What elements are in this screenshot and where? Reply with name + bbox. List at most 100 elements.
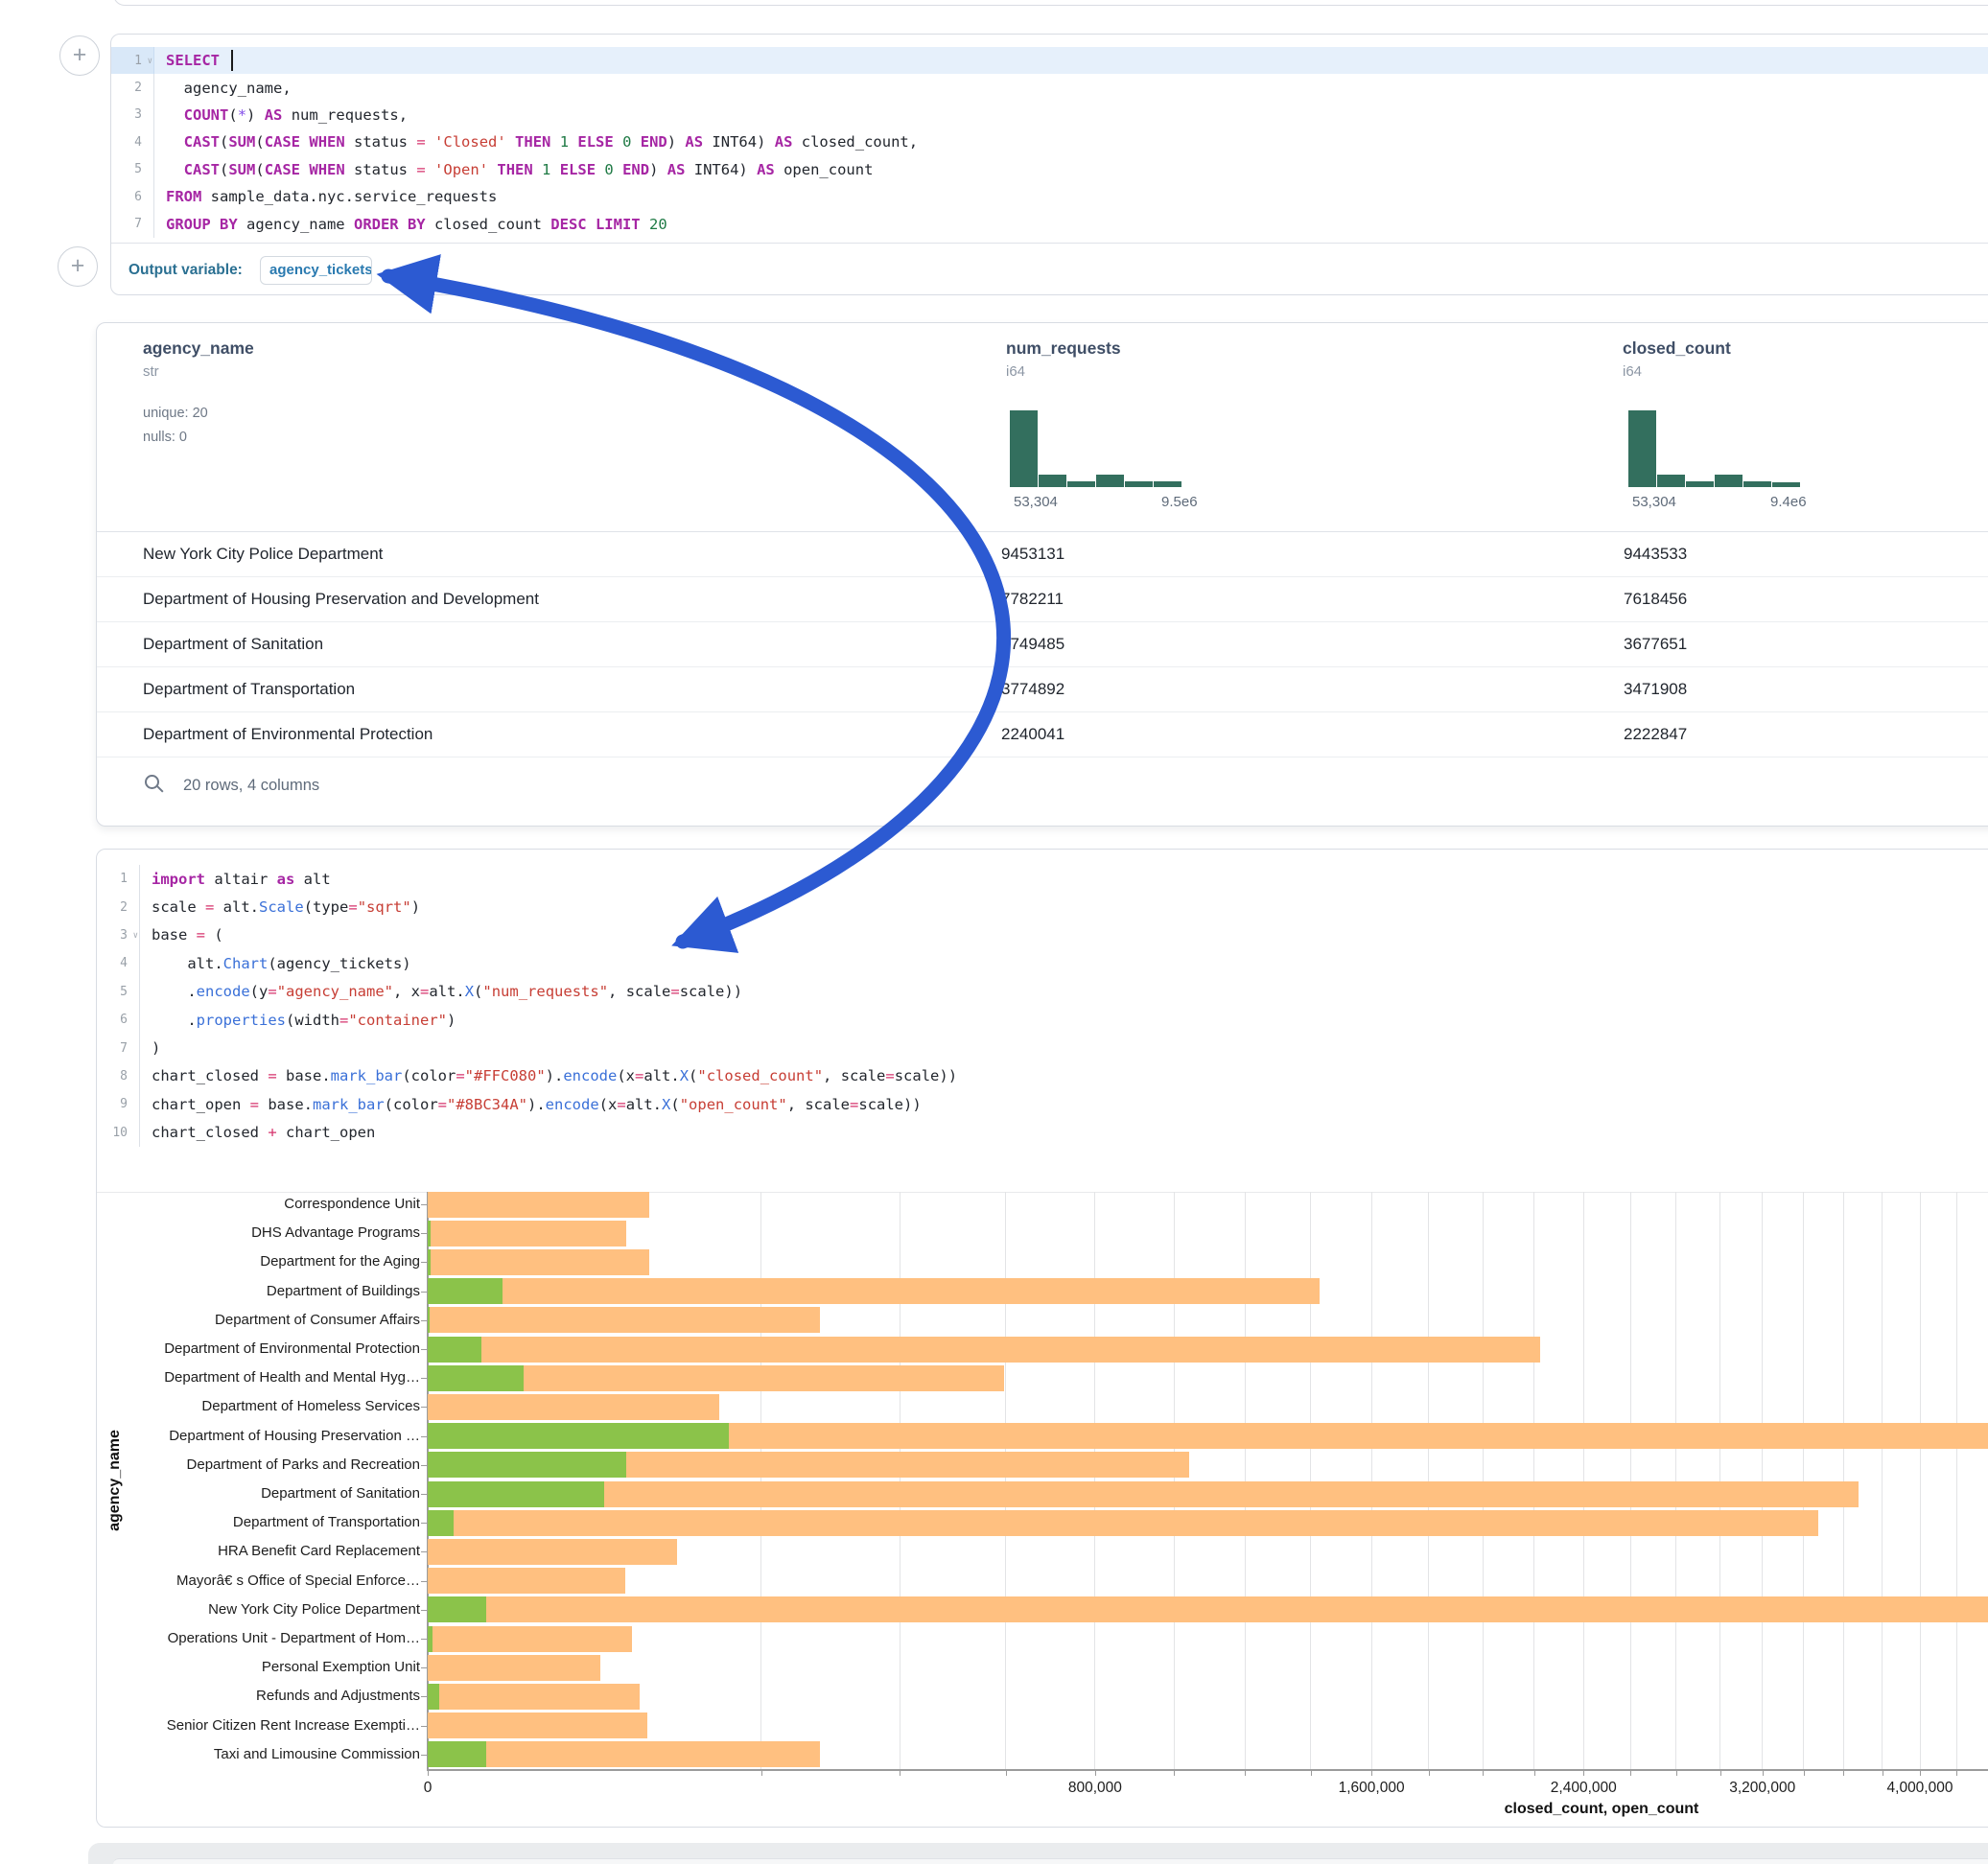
- code-token: INT64): [703, 133, 775, 151]
- code-line[interactable]: 10chart_closed + chart_open: [97, 1119, 1988, 1147]
- code-token: ).: [527, 1096, 546, 1113]
- code-token: [614, 133, 622, 151]
- code-token: END: [641, 133, 667, 151]
- code-line[interactable]: 6 .properties(width="container"): [97, 1006, 1988, 1034]
- column-type-agency-name: str: [143, 363, 159, 380]
- code-token: AS: [757, 161, 775, 178]
- column-nulls-count: nulls: 0: [143, 430, 187, 445]
- histogram-bar: [1067, 481, 1095, 487]
- code-token: ): [411, 898, 420, 916]
- code-token: (x: [599, 1096, 618, 1113]
- code-token: .: [152, 1012, 197, 1029]
- histogram-bar: [1743, 481, 1771, 487]
- code-token: AS: [775, 133, 793, 151]
- code-token: [596, 161, 604, 178]
- code-token: (: [670, 1096, 679, 1113]
- code-token: DESC: [550, 216, 586, 233]
- notebook-page: + + 1∨SELECT2 agency_name,3 COUNT(*) AS …: [0, 0, 1988, 1864]
- table-row: Department of Transportation377489234719…: [97, 666, 1988, 712]
- code-line[interactable]: 2 agency_name,: [111, 74, 1988, 101]
- table-body: New York City Police Department945313194…: [97, 531, 1988, 757]
- fold-chevron-icon[interactable]: ∨: [148, 57, 152, 66]
- code-line[interactable]: 4 alt.Chart(agency_tickets): [97, 949, 1988, 977]
- code-token: properties: [197, 1012, 286, 1029]
- code-line[interactable]: 7): [97, 1034, 1988, 1061]
- code-token: import: [152, 871, 205, 888]
- output-variable-label: Output variable:: [129, 262, 243, 279]
- code-token: X: [465, 983, 474, 1000]
- add-cell-button-top[interactable]: +: [59, 35, 100, 76]
- code-output-divider: [97, 1192, 1988, 1193]
- python-code-editor[interactable]: 1import altair as alt2scale = alt.Scale(…: [97, 865, 1988, 1147]
- line-number: 5: [111, 156, 154, 183]
- code-token: scale)): [680, 983, 742, 1000]
- code-line[interactable]: 1∨SELECT: [111, 47, 1988, 74]
- fold-chevron-icon[interactable]: ∨: [133, 931, 138, 941]
- code-line[interactable]: 9chart_open = base.mark_bar(color="#8BC3…: [97, 1090, 1988, 1118]
- code-line[interactable]: 6FROM sample_data.nyc.service_requests: [111, 183, 1988, 210]
- add-cell-button-middle[interactable]: +: [58, 246, 98, 287]
- code-token: (color: [385, 1096, 438, 1113]
- histogram-bar: [1125, 481, 1153, 487]
- code-token: ): [152, 1039, 160, 1057]
- code-token: (: [255, 133, 264, 151]
- code-token: closed_count,: [792, 133, 918, 151]
- table-cell: 2222847: [1624, 711, 1930, 757]
- code-token: mark_bar: [331, 1067, 403, 1084]
- sql-code-editor[interactable]: 1∨SELECT2 agency_name,3 COUNT(*) AS num_…: [111, 47, 1988, 238]
- table-row: New York City Police Department945313194…: [97, 531, 1988, 577]
- code-token: chart_closed: [152, 1067, 268, 1084]
- code-text: ): [140, 1039, 160, 1057]
- code-token: agency_name,: [166, 80, 292, 97]
- code-token: chart_open: [152, 1096, 250, 1113]
- code-line[interactable]: 7GROUP BY agency_name ORDER BY closed_co…: [111, 210, 1988, 237]
- column-header-closed-count[interactable]: closed_count: [1623, 338, 1731, 359]
- histogram-bar: [1154, 481, 1181, 487]
- sql-cell: 1∨SELECT2 agency_name,3 COUNT(*) AS num_…: [110, 34, 1988, 295]
- code-line[interactable]: 5 .encode(y="agency_name", x=alt.X("num_…: [97, 978, 1988, 1006]
- code-token: (: [205, 926, 223, 944]
- code-line[interactable]: 1import altair as alt: [97, 865, 1988, 893]
- code-token: "closed_count": [697, 1067, 823, 1084]
- line-number: 9: [97, 1090, 140, 1118]
- code-token: SELECT: [166, 52, 220, 69]
- column-unique-count: unique: 20: [143, 406, 208, 421]
- code-token: =: [197, 926, 205, 944]
- code-line[interactable]: 3∨base = (: [97, 921, 1988, 949]
- code-token: CASE: [265, 161, 300, 178]
- code-token: [300, 161, 309, 178]
- code-token: [300, 133, 309, 151]
- column-header-num-requests[interactable]: num_requests: [1006, 338, 1121, 359]
- code-line[interactable]: 5 CAST(SUM(CASE WHEN status = 'Open' THE…: [111, 156, 1988, 183]
- table-cell: 7782211: [1001, 576, 1308, 621]
- code-token: =: [205, 898, 214, 916]
- code-token: INT64): [685, 161, 757, 178]
- histogram-bar: [1096, 475, 1124, 487]
- output-variable-pill[interactable]: agency_tickets: [260, 256, 372, 285]
- table-summary: 20 rows, 4 columns: [183, 777, 319, 795]
- histogram-bar: [1772, 482, 1800, 487]
- code-token: "#8BC34A": [447, 1096, 527, 1113]
- code-token: scale: [152, 898, 205, 916]
- code-line[interactable]: 2scale = alt.Scale(type="sqrt"): [97, 893, 1988, 920]
- line-number: 6: [97, 1006, 140, 1034]
- code-token: , scale: [787, 1096, 850, 1113]
- code-token: =: [850, 1096, 858, 1113]
- code-token: =: [420, 983, 429, 1000]
- code-line[interactable]: 4 CAST(SUM(CASE WHEN status = 'Closed' T…: [111, 128, 1988, 155]
- code-token: THEN: [515, 133, 550, 151]
- column-header-agency-name[interactable]: agency_name: [143, 338, 254, 359]
- table-row: Department of Sanitation37494853677651: [97, 621, 1988, 667]
- code-token: =: [339, 1012, 348, 1029]
- code-line[interactable]: 3 COUNT(*) AS num_requests,: [111, 102, 1988, 128]
- code-text: chart_open = base.mark_bar(color="#8BC34…: [140, 1096, 922, 1113]
- code-token: =: [416, 133, 425, 151]
- code-token: status: [345, 133, 417, 151]
- code-token: (color: [402, 1067, 456, 1084]
- code-token: ELSE: [560, 161, 596, 178]
- code-token: THEN: [497, 161, 532, 178]
- code-token: =: [617, 1096, 625, 1113]
- code-line[interactable]: 8chart_closed = base.mark_bar(color="#FF…: [97, 1062, 1988, 1090]
- code-token: encode: [197, 983, 250, 1000]
- code-token: scale)): [858, 1096, 921, 1113]
